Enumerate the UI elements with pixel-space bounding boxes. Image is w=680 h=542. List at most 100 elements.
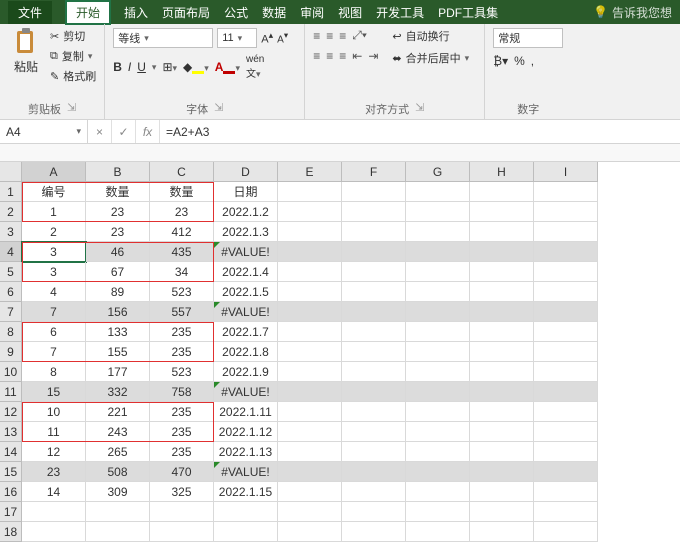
paste-button[interactable]: 粘贴	[8, 28, 44, 75]
cell-B2[interactable]: 23	[86, 202, 150, 222]
cell-D13[interactable]: 2022.1.12	[214, 422, 278, 442]
cancel-formula-icon[interactable]: ×	[88, 120, 112, 143]
align-right-icon[interactable]: ≡	[339, 49, 346, 63]
percent-format-icon[interactable]: %	[514, 54, 525, 68]
tab-data[interactable]: 数据	[262, 4, 286, 21]
cell-H9[interactable]	[470, 342, 534, 362]
cell-G4[interactable]	[406, 242, 470, 262]
row-header-7[interactable]: 7	[0, 302, 22, 322]
row-header-10[interactable]: 10	[0, 362, 22, 382]
cell-H3[interactable]	[470, 222, 534, 242]
cell-A5[interactable]: 3	[22, 262, 86, 282]
cut-button[interactable]: ✂剪切	[50, 28, 96, 44]
cell-I12[interactable]	[534, 402, 598, 422]
cell-E4[interactable]	[278, 242, 342, 262]
row-header-13[interactable]: 13	[0, 422, 22, 442]
cell-A7[interactable]: 7	[22, 302, 86, 322]
accounting-format-icon[interactable]: ₿▾	[493, 54, 508, 68]
col-header-B[interactable]: B	[86, 162, 150, 182]
cell-G6[interactable]	[406, 282, 470, 302]
cell-A10[interactable]: 8	[22, 362, 86, 382]
name-box[interactable]: A4 ▾	[0, 120, 88, 143]
align-bottom-icon[interactable]: ≡	[339, 29, 346, 43]
cell-F10[interactable]	[342, 362, 406, 382]
tab-layout[interactable]: 页面布局	[162, 4, 210, 21]
cell-A6[interactable]: 4	[22, 282, 86, 302]
cell-D17[interactable]	[214, 502, 278, 522]
cell-D7[interactable]: #VALUE!	[214, 302, 278, 322]
tab-pdf[interactable]: PDF工具集	[438, 4, 498, 21]
cell-D10[interactable]: 2022.1.9	[214, 362, 278, 382]
cell-I11[interactable]	[534, 382, 598, 402]
cell-C6[interactable]: 523	[150, 282, 214, 302]
cell-D16[interactable]: 2022.1.15	[214, 482, 278, 502]
row-header-18[interactable]: 18	[0, 522, 22, 542]
cell-B11[interactable]: 332	[86, 382, 150, 402]
cell-D6[interactable]: 2022.1.5	[214, 282, 278, 302]
clipboard-launcher-icon[interactable]: ⇲	[67, 101, 76, 117]
row-header-4[interactable]: 4	[0, 242, 22, 262]
cell-H7[interactable]	[470, 302, 534, 322]
cell-E3[interactable]	[278, 222, 342, 242]
merge-center-button[interactable]: ⬌合并后居中▾	[392, 50, 469, 66]
cell-H16[interactable]	[470, 482, 534, 502]
cell-I4[interactable]	[534, 242, 598, 262]
cell-H13[interactable]	[470, 422, 534, 442]
border-button[interactable]: ⊞▾	[162, 60, 177, 74]
cell-E7[interactable]	[278, 302, 342, 322]
cell-G18[interactable]	[406, 522, 470, 542]
cell-C14[interactable]: 235	[150, 442, 214, 462]
cell-E8[interactable]	[278, 322, 342, 342]
cell-A9[interactable]: 7	[22, 342, 86, 362]
row-header-12[interactable]: 12	[0, 402, 22, 422]
cell-B17[interactable]	[86, 502, 150, 522]
cell-C7[interactable]: 557	[150, 302, 214, 322]
cell-F2[interactable]	[342, 202, 406, 222]
cell-D3[interactable]: 2022.1.3	[214, 222, 278, 242]
cell-A12[interactable]: 10	[22, 402, 86, 422]
fill-color-button[interactable]: ◆▾	[183, 60, 209, 74]
cell-G2[interactable]	[406, 202, 470, 222]
row-header-9[interactable]: 9	[0, 342, 22, 362]
cell-I15[interactable]	[534, 462, 598, 482]
cell-G1[interactable]	[406, 182, 470, 202]
cell-F18[interactable]	[342, 522, 406, 542]
cell-F14[interactable]	[342, 442, 406, 462]
cell-B1[interactable]: 数量	[86, 182, 150, 202]
tab-review[interactable]: 审阅	[300, 4, 324, 21]
cell-C18[interactable]	[150, 522, 214, 542]
align-middle-icon[interactable]: ≡	[326, 29, 333, 43]
cell-F9[interactable]	[342, 342, 406, 362]
phonetic-button[interactable]: wén文▾	[246, 54, 264, 80]
cell-I3[interactable]	[534, 222, 598, 242]
cell-G7[interactable]	[406, 302, 470, 322]
cell-C15[interactable]: 470	[150, 462, 214, 482]
number-format-combo[interactable]: 常规	[493, 28, 563, 48]
cell-B16[interactable]: 309	[86, 482, 150, 502]
cell-C9[interactable]: 235	[150, 342, 214, 362]
cell-D5[interactable]: 2022.1.4	[214, 262, 278, 282]
formula-input[interactable]: =A2+A3	[160, 125, 680, 139]
cell-C13[interactable]: 235	[150, 422, 214, 442]
bold-button[interactable]: B	[113, 60, 122, 74]
cell-H2[interactable]	[470, 202, 534, 222]
wrap-text-button[interactable]: ↩自动换行	[392, 28, 469, 44]
cell-C12[interactable]: 235	[150, 402, 214, 422]
cell-E18[interactable]	[278, 522, 342, 542]
cell-G8[interactable]	[406, 322, 470, 342]
cell-C4[interactable]: 435	[150, 242, 214, 262]
cell-I18[interactable]	[534, 522, 598, 542]
cell-B14[interactable]: 265	[86, 442, 150, 462]
cell-I1[interactable]	[534, 182, 598, 202]
spreadsheet-grid[interactable]: ABCDEFGHI1编号数量数量日期2123232022.1.232234122…	[0, 162, 680, 542]
cell-G16[interactable]	[406, 482, 470, 502]
row-header-6[interactable]: 6	[0, 282, 22, 302]
cell-A3[interactable]: 2	[22, 222, 86, 242]
cell-C8[interactable]: 235	[150, 322, 214, 342]
orientation-icon[interactable]: ⤢▾	[352, 28, 367, 43]
cell-A4[interactable]: 3	[22, 242, 86, 262]
cell-H1[interactable]	[470, 182, 534, 202]
underline-button[interactable]: U	[137, 60, 146, 74]
cell-F17[interactable]	[342, 502, 406, 522]
cell-H8[interactable]	[470, 322, 534, 342]
